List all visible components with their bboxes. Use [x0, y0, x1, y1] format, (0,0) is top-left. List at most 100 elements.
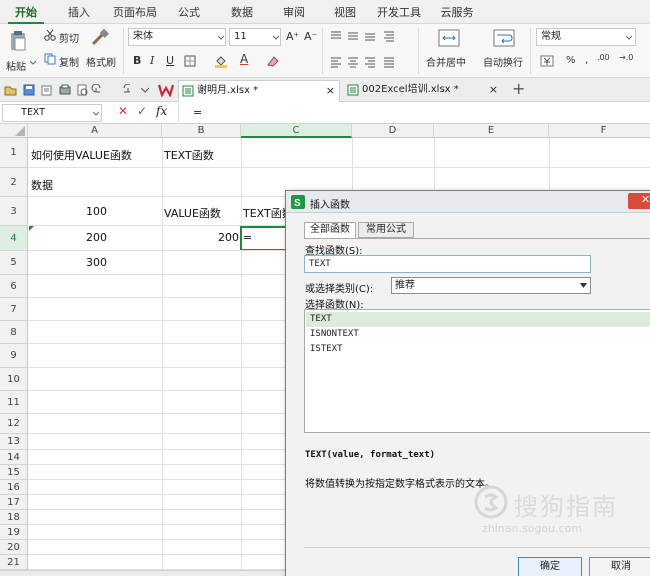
new-tab-icon[interactable]: + [512, 79, 525, 98]
tab-developer[interactable]: 开发工具 [373, 4, 425, 24]
cell-a4[interactable]: 200 [86, 231, 107, 244]
decrease-decimal-icon[interactable]: →.0 [619, 53, 633, 62]
column-header-b[interactable]: B [162, 124, 241, 138]
border-icon[interactable] [184, 55, 196, 67]
chevron-down-icon[interactable] [30, 60, 36, 66]
row-header-14[interactable]: 14 [0, 450, 28, 465]
column-header-a[interactable]: A [28, 124, 162, 138]
increase-font-icon[interactable]: A⁺ [286, 30, 299, 43]
function-item-istext[interactable]: ISTEXT [306, 342, 650, 357]
cell-b1[interactable]: TEXT函数 [164, 147, 214, 163]
tab-data[interactable]: 数据 [225, 4, 259, 24]
ok-button[interactable]: 确定 [518, 557, 582, 576]
dialog-title-bar[interactable]: S 插入函数 ✕ [286, 191, 650, 213]
clear-format-icon[interactable] [266, 54, 280, 68]
tab-all-functions[interactable]: 全部函数 [304, 222, 356, 239]
number-format-select[interactable]: 常规 [536, 28, 636, 46]
tab-insert[interactable]: 插入 [62, 4, 96, 24]
row-header-9[interactable]: 9 [0, 344, 28, 368]
tab-review[interactable]: 审阅 [277, 4, 311, 24]
copy-label[interactable]: 复制 [59, 54, 79, 69]
merge-center-icon[interactable] [438, 29, 460, 47]
increase-decimal-icon[interactable]: .00 [597, 53, 610, 62]
merge-center-label[interactable]: 合并居中 [426, 54, 466, 69]
redo-icon[interactable] [118, 84, 130, 97]
vertical-align-icons[interactable] [330, 30, 410, 42]
tab-home[interactable]: 开始 [8, 4, 44, 24]
row-header-10[interactable]: 10 [0, 368, 28, 391]
chevron-down-icon[interactable] [626, 35, 632, 41]
percent-icon[interactable]: % [566, 55, 576, 66]
tab-common-formulas[interactable]: 常用公式 [358, 222, 414, 238]
row-header-7[interactable]: 7 [0, 298, 28, 321]
row-header-15[interactable]: 15 [0, 465, 28, 480]
row-header-6[interactable]: 6 [0, 275, 28, 298]
format-painter-label[interactable]: 格式刷 [86, 54, 116, 69]
chevron-down-icon[interactable] [93, 111, 99, 116]
format-painter-icon[interactable] [90, 29, 110, 47]
category-select[interactable]: 推荐 [391, 277, 591, 294]
column-header-e[interactable]: E [434, 124, 549, 138]
tab-view[interactable]: 视图 [328, 4, 362, 24]
cell-b3[interactable]: VALUE函数 [164, 205, 221, 221]
column-header-d[interactable]: D [352, 124, 434, 138]
row-header-21[interactable]: 21 [0, 555, 28, 570]
row-header-18[interactable]: 18 [0, 510, 28, 525]
cut-icon[interactable] [44, 29, 56, 41]
row-header-3[interactable]: 3 [0, 197, 28, 226]
cell-a5[interactable]: 300 [86, 256, 107, 269]
cell-a2[interactable]: 数据 [31, 177, 53, 193]
row-header-16[interactable]: 16 [0, 480, 28, 495]
cancel-button[interactable]: 取消 [589, 557, 650, 576]
file-tab-active[interactable]: 谢明月.xlsx * × [178, 80, 340, 102]
row-header-17[interactable]: 17 [0, 495, 28, 510]
wrap-text-icon[interactable] [493, 29, 515, 47]
row-header-1[interactable]: 1 [0, 138, 28, 168]
fill-color-icon[interactable] [214, 54, 228, 68]
row-header-20[interactable]: 20 [0, 540, 28, 555]
copy-icon[interactable] [44, 53, 56, 65]
row-header-8[interactable]: 8 [0, 321, 28, 344]
close-tab-icon[interactable]: × [489, 80, 498, 100]
close-dialog-button[interactable]: ✕ [628, 193, 650, 209]
paste-icon[interactable] [8, 30, 28, 52]
row-header-11[interactable]: 11 [0, 391, 28, 414]
row-header-12[interactable]: 12 [0, 414, 28, 434]
row-header-19[interactable]: 19 [0, 525, 28, 540]
name-box[interactable]: TEXT [2, 104, 102, 122]
formula-input[interactable]: = [178, 104, 648, 122]
row-header-4[interactable]: 4 [0, 226, 28, 251]
wrap-text-label[interactable]: 自动换行 [483, 54, 523, 69]
wps-logo-icon[interactable] [158, 83, 174, 97]
bold-icon[interactable]: B [133, 54, 141, 67]
row-header-13[interactable]: 13 [0, 434, 28, 450]
insert-function-icon[interactable]: fx [156, 104, 167, 118]
cell-a1[interactable]: 如何使用VALUE函数 [31, 147, 132, 163]
chevron-down-icon[interactable] [580, 283, 587, 288]
font-color-icon[interactable]: A [240, 52, 248, 66]
tab-cloud[interactable]: 云服务 [436, 4, 478, 24]
chevron-down-icon[interactable] [141, 87, 149, 93]
horizontal-align-icons[interactable] [330, 56, 410, 68]
cut-label[interactable]: 剪切 [59, 30, 79, 45]
cancel-entry-icon[interactable]: ✕ [118, 104, 128, 118]
row-header-5[interactable]: 5 [0, 251, 28, 275]
cell-b4[interactable]: 200 [218, 231, 239, 244]
close-tab-icon[interactable]: × [326, 81, 335, 101]
select-all-corner[interactable] [0, 124, 28, 138]
decrease-font-icon[interactable]: A⁻ [304, 30, 317, 43]
search-function-input[interactable]: TEXT [304, 255, 591, 273]
cell-a3[interactable]: 100 [86, 205, 107, 218]
function-item-text[interactable]: TEXT [306, 312, 650, 327]
function-item-isnontext[interactable]: ISNONTEXT [306, 327, 650, 342]
currency-icon[interactable] [540, 55, 554, 67]
row-header-2[interactable]: 2 [0, 168, 28, 197]
quick-access-icons[interactable] [4, 84, 104, 97]
file-tab[interactable]: 002Excel培训.xlsx * × [344, 80, 504, 102]
function-list[interactable]: TEXT ISNONTEXT ISTEXT [304, 309, 650, 433]
font-name-select[interactable]: 宋体 [128, 28, 226, 46]
tab-page-layout[interactable]: 页面布局 [110, 4, 160, 24]
chevron-down-icon[interactable] [273, 35, 279, 41]
comma-icon[interactable]: , [585, 55, 588, 66]
column-header-f[interactable]: F [549, 124, 650, 138]
